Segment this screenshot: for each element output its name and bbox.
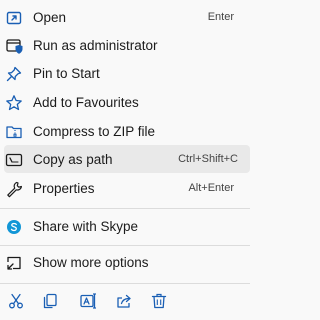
menu-item-shortcut: Enter xyxy=(207,11,234,23)
show-more-options-icon xyxy=(5,254,23,272)
menu-item-label: Add to Favourites xyxy=(33,94,139,110)
copy-icon xyxy=(41,292,59,310)
cut-icon xyxy=(7,292,25,310)
context-menu: Open Enter Run as administrator Pin to S… xyxy=(0,0,250,320)
menu-item-show-more-options[interactable]: Show more options xyxy=(0,248,250,276)
quick-actions-bar xyxy=(0,286,250,316)
share-icon xyxy=(115,292,133,310)
menu-item-shortcut: Alt+Enter xyxy=(188,182,234,194)
star-icon xyxy=(5,94,23,112)
menu-item-pin-to-start[interactable]: Pin to Start xyxy=(0,59,250,87)
copy-button[interactable] xyxy=(39,290,61,312)
menu-item-shortcut: Ctrl+Shift+C xyxy=(178,153,238,165)
menu-item-open[interactable]: Open Enter xyxy=(0,3,250,31)
zip-folder-icon xyxy=(5,123,23,141)
menu-item-properties[interactable]: Properties Alt+Enter xyxy=(0,174,250,202)
wrench-icon xyxy=(5,180,23,198)
menu-item-label: Run as administrator xyxy=(33,37,158,53)
menu-item-share-with-skype[interactable]: Share with Skype xyxy=(0,212,250,240)
menu-item-label: Show more options xyxy=(33,254,149,270)
menu-item-add-to-favourites[interactable]: Add to Favourites xyxy=(0,88,250,116)
copy-path-icon xyxy=(5,151,23,169)
menu-separator xyxy=(0,208,250,209)
menu-separator xyxy=(0,283,250,284)
share-button[interactable] xyxy=(113,290,135,312)
shield-window-icon xyxy=(5,37,23,55)
menu-item-run-as-administrator[interactable]: Run as administrator xyxy=(0,31,250,59)
menu-item-label: Share with Skype xyxy=(33,218,139,234)
skype-icon xyxy=(5,218,23,236)
rename-icon xyxy=(79,292,97,310)
pin-icon xyxy=(5,65,23,83)
open-icon xyxy=(5,9,23,27)
cut-button[interactable] xyxy=(5,290,27,312)
menu-item-label: Open xyxy=(33,9,67,25)
menu-item-label: Pin to Start xyxy=(33,65,100,81)
rename-button[interactable] xyxy=(77,290,99,312)
delete-icon xyxy=(150,292,168,310)
menu-item-copy-as-path[interactable]: Copy as path Ctrl+Shift+C xyxy=(4,145,250,173)
menu-item-label: Properties xyxy=(33,180,95,196)
menu-item-label: Compress to ZIP file xyxy=(33,123,156,139)
delete-button[interactable] xyxy=(148,290,170,312)
menu-item-label: Copy as path xyxy=(33,151,113,167)
menu-item-compress-to-zip[interactable]: Compress to ZIP file xyxy=(0,117,250,145)
menu-separator xyxy=(0,245,250,246)
